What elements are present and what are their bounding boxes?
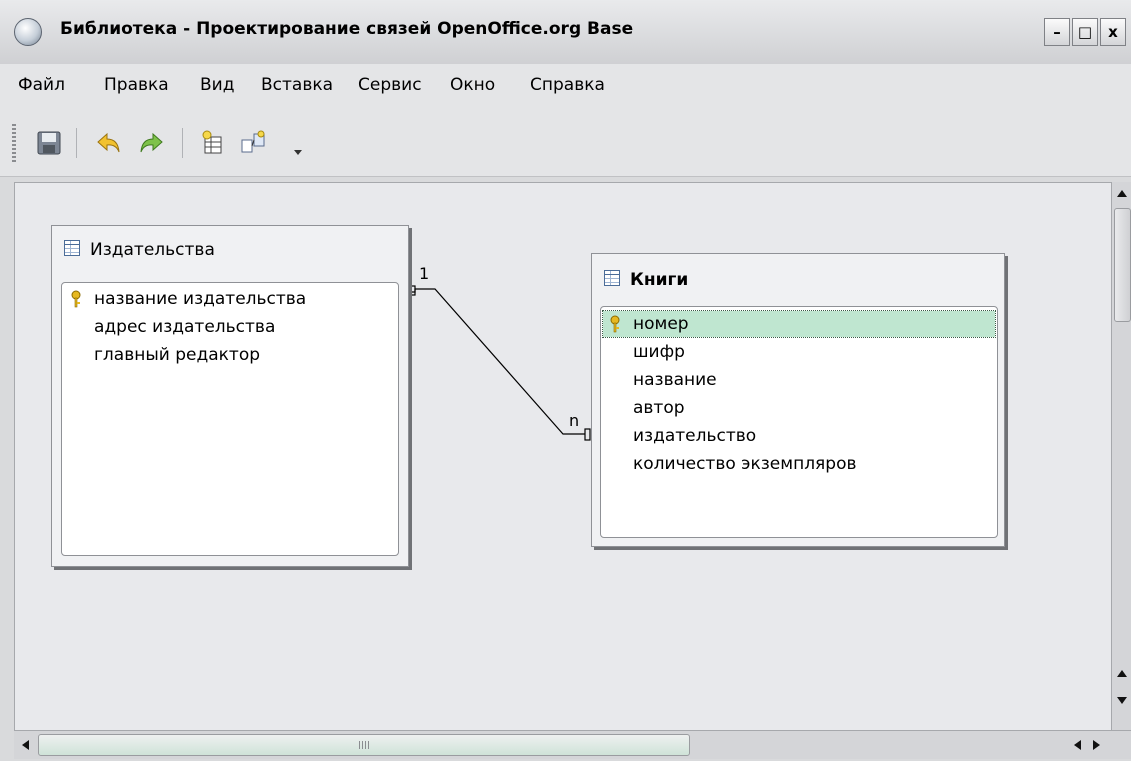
field-row-selected[interactable]: номер [602,310,996,338]
field-row[interactable]: название [603,367,995,393]
field-row[interactable]: шифр [603,339,995,365]
undo-icon[interactable] [96,130,122,156]
field-list[interactable]: номер шифр название автор издательство к… [600,306,998,538]
relation-design-canvas[interactable]: 1 n Издательства название издательства а… [14,182,1112,732]
horizontal-scroll-thumb[interactable] [38,734,690,756]
new-table-icon[interactable] [200,130,226,156]
minimize-button[interactable]: – [1044,18,1070,46]
scroll-left-icon[interactable] [20,739,32,751]
window-title: Библиотека - Проектирование связей OpenO… [60,19,634,39]
field-row[interactable]: количество экземпляров [603,451,995,477]
toolbar-separator [182,128,183,158]
table-window-header: Издательства [64,240,215,260]
field-name: адрес издательства [94,317,276,337]
field-row[interactable]: главный редактор [64,342,396,368]
maximize-button[interactable]: □ [1072,18,1098,46]
table-window-books[interactable]: Книги номер шифр название автор издатель… [591,253,1005,547]
redo-icon[interactable] [138,130,164,156]
menu-bar: Файл Правка Вид Вставка Сервис Окно Спра… [0,64,1131,111]
scroll-down-icon[interactable] [1116,694,1128,706]
relation-cardinality-one: 1 [419,264,430,283]
table-icon [604,270,620,286]
scroll-grip-icon [359,741,369,749]
relation-cardinality-many: n [569,411,580,430]
table-window-header: Книги [604,270,688,290]
menu-tools[interactable]: Сервис [358,75,422,95]
scroll-left-icon[interactable] [1072,739,1084,751]
field-name: название издательства [94,289,307,309]
primary-key-icon [71,290,81,308]
table-name: Книги [630,270,689,290]
field-name: количество экземпляров [633,454,857,474]
field-name: название [633,370,717,390]
close-button[interactable]: x [1100,18,1126,46]
new-relation-icon[interactable] [240,130,266,156]
menu-help[interactable]: Справка [530,75,605,95]
field-name: шифр [633,342,685,362]
toolbar-options-icon[interactable] [292,146,304,158]
horizontal-scrollbar[interactable] [14,730,1131,759]
field-row[interactable]: название издательства [64,286,396,312]
scroll-right-icon[interactable] [1090,739,1102,751]
title-bar: Библиотека - Проектирование связей OpenO… [0,0,1131,65]
table-name: Издательства [90,240,215,260]
field-list[interactable]: название издательства адрес издательства… [61,282,399,556]
app-icon [14,18,42,46]
field-row[interactable]: автор [603,395,995,421]
table-window-publishers[interactable]: Издательства название издательства адрес… [51,225,409,567]
table-icon [64,240,80,256]
menu-file[interactable]: Файл [18,75,65,95]
scroll-up-icon[interactable] [1116,188,1128,200]
scroll-up-icon[interactable] [1116,668,1128,680]
menu-edit[interactable]: Правка [104,75,169,95]
toolbar-grip[interactable] [12,124,16,162]
field-name: автор [633,398,685,418]
menu-insert[interactable]: Вставка [261,75,333,95]
field-name: главный редактор [94,345,261,365]
field-name: издательство [633,426,757,446]
field-row[interactable]: адрес издательства [64,314,396,340]
primary-key-icon [610,315,620,333]
vertical-scroll-thumb[interactable] [1114,208,1131,322]
vertical-scrollbar[interactable] [1111,182,1131,730]
field-name: номер [633,314,689,334]
field-row[interactable]: издательство [603,423,995,449]
toolbar-separator [76,128,77,158]
toolbar [0,110,1131,177]
save-icon[interactable] [36,130,62,156]
menu-window[interactable]: Окно [450,75,495,95]
menu-view[interactable]: Вид [200,75,234,95]
